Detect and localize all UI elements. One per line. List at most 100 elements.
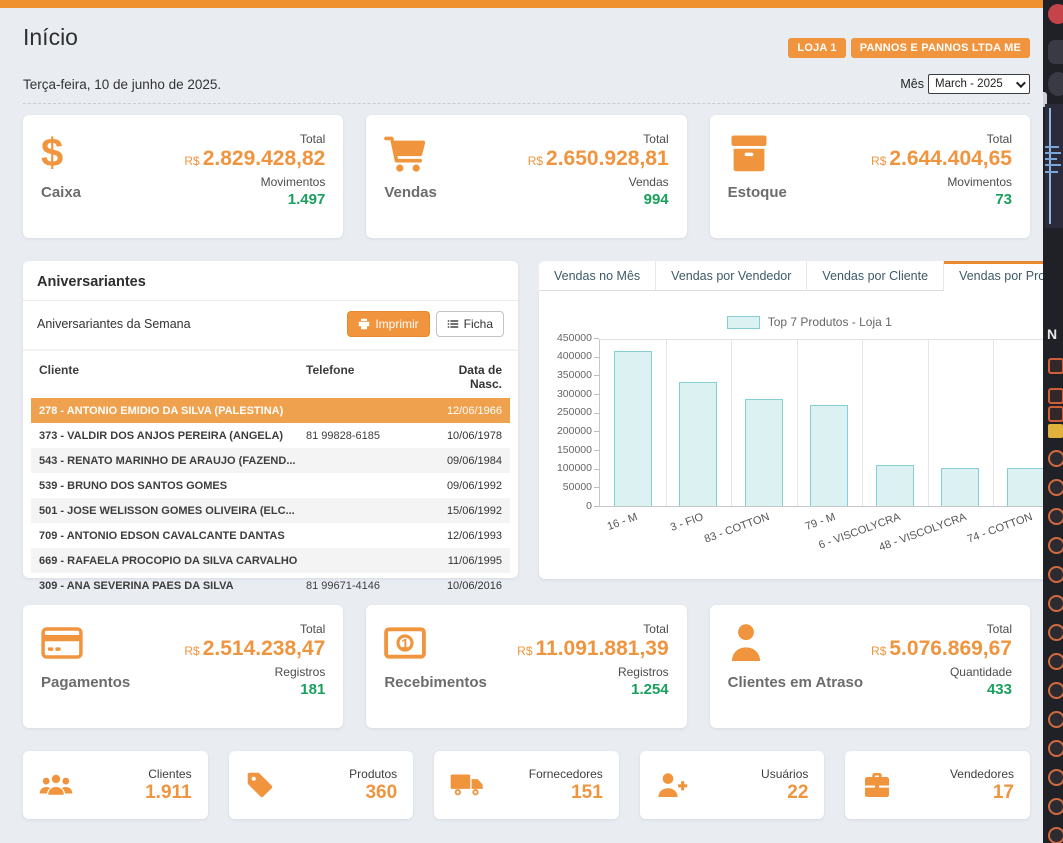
- clientes-atraso-card[interactable]: Clientes em Atraso Total R$5.076.869,67 …: [710, 605, 1030, 728]
- recebimentos-card[interactable]: 1 Recebimentos Total R$11.091.881,39 Reg…: [366, 605, 686, 728]
- table-row[interactable]: 543 - RENATO MARINHO DE ARAUJO (FAZEND..…: [31, 448, 510, 473]
- fornecedores-mini-card[interactable]: Fornecedores 151: [434, 751, 619, 819]
- table-row[interactable]: 373 - VALDIR DOS ANJOS PEREIRA (ANGELA)8…: [31, 423, 510, 448]
- strip-circle-icon: [1048, 740, 1063, 757]
- legend-swatch-icon: [727, 316, 760, 329]
- strip-circle-icon: [1048, 479, 1063, 496]
- chart-bar: [745, 399, 783, 506]
- person-icon: [728, 620, 863, 666]
- chevron-down-icon: [1016, 78, 1026, 88]
- vendedores-count: 17: [950, 782, 1014, 804]
- svg-text:1: 1: [401, 635, 409, 651]
- pagamentos-count: 181: [184, 681, 325, 698]
- list-icon: [447, 318, 459, 330]
- panel-subtitle: Aniversariantes da Semana: [37, 317, 191, 331]
- caixa-card[interactable]: $ Caixa Total R$2.829.428,82 Movimentos …: [23, 115, 343, 238]
- x-axis-labels: 16 - M3 - FIO83 - COTTON79 - M6 - VISCOL…: [599, 507, 1060, 547]
- store-badges: LOJA 1 PANNOS E PANNOS LTDA ME: [788, 38, 1030, 58]
- strip-circle-icon: [1048, 653, 1063, 670]
- strip-circle-icon: [1048, 508, 1063, 525]
- strip-minimap: [1045, 104, 1063, 228]
- strip-circle-icon: [1048, 624, 1063, 641]
- strip-red-icon: [1048, 4, 1063, 24]
- strip-square-icon: [1048, 358, 1063, 374]
- estoque-card[interactable]: Estoque Total R$2.644.404,65 Movimentos …: [710, 115, 1030, 238]
- month-select[interactable]: March - 2025: [928, 74, 1030, 94]
- pagamentos-card[interactable]: Pagamentos Total R$2.514.238,47 Registro…: [23, 605, 343, 728]
- table-row[interactable]: 709 - ANTONIO EDSON CAVALCANTE DANTAS12/…: [31, 523, 510, 548]
- vendas-total: R$2.650.928,81: [528, 147, 669, 171]
- current-date: Terça-feira, 10 de junho de 2025.: [23, 77, 221, 92]
- user-plus-icon: [656, 771, 688, 799]
- chart-legend[interactable]: Top 7 Produtos - Loja 1: [547, 315, 1063, 329]
- strip-circle-icon: [1048, 711, 1063, 728]
- y-axis: 0500001000001500002000002500003000003500…: [547, 339, 599, 507]
- credit-card-icon: [41, 620, 130, 666]
- chart-bar: [679, 382, 717, 506]
- vendas-card[interactable]: Vendas Total R$2.650.928,81 Vendas 994: [366, 115, 686, 238]
- tab-vendas-por-cliente[interactable]: Vendas por Cliente: [807, 261, 944, 291]
- chart-bar: [941, 468, 979, 506]
- company-badge[interactable]: PANNOS E PANNOS LTDA ME: [851, 38, 1030, 58]
- produtos-mini-card[interactable]: Produtos 360: [229, 751, 414, 819]
- clientes-mini-card[interactable]: Clientes 1.911: [23, 751, 208, 819]
- table-row[interactable]: 309 - ANA SEVERINA PAES DA SILVA81 99671…: [31, 573, 510, 598]
- imprimir-button[interactable]: Imprimir: [347, 311, 429, 337]
- chart-bar: [614, 351, 652, 506]
- produtos-count: 360: [349, 782, 397, 804]
- background-window-strip: N: [1043, 0, 1063, 843]
- caixa-total: R$2.829.428,82: [184, 147, 325, 171]
- money-bill-icon: 1: [384, 620, 487, 666]
- chart-area: Top 7 Produtos - Loja 1 0500001000001500…: [539, 291, 1063, 579]
- usuarios-count: 22: [761, 782, 808, 804]
- vendas-count: 994: [528, 191, 669, 208]
- dollar-icon: $: [41, 130, 81, 176]
- table-row[interactable]: 278 - ANTONIO EMIDIO DA SILVA (PALESTINA…: [31, 398, 510, 423]
- stat-cards-row-1: $ Caixa Total R$2.829.428,82 Movimentos …: [23, 115, 1030, 238]
- tab-vendas-por-vendedor[interactable]: Vendas por Vendedor: [656, 261, 807, 291]
- table-row[interactable]: 539 - BRUNO DOS SANTOS GOMES09/06/1992: [31, 473, 510, 498]
- table-header: Cliente Telefone Data de Nasc.: [31, 359, 510, 398]
- tag-icon: [245, 770, 275, 800]
- clientes-atraso-count: 433: [871, 681, 1012, 698]
- strip-letter: N: [1047, 326, 1057, 342]
- strip-yellow-icon: [1048, 424, 1063, 438]
- recebimentos-total: R$11.091.881,39: [517, 637, 668, 661]
- briefcase-icon: [861, 771, 893, 799]
- store-badge[interactable]: LOJA 1: [788, 38, 845, 58]
- strip-square-icon: [1048, 406, 1063, 422]
- sales-tabs: Vendas no MêsVendas por VendedorVendas p…: [539, 261, 1063, 291]
- usuarios-mini-card[interactable]: Usuários 22: [640, 751, 825, 819]
- chart-bar: [876, 465, 914, 506]
- strip-circle-icon: [1048, 595, 1063, 612]
- month-select-label: Mês: [900, 77, 924, 91]
- strip-blob-icon: [1048, 40, 1063, 64]
- strip-circle-icon: [1048, 450, 1063, 467]
- top-accent-bar: [0, 0, 1046, 8]
- stat-cards-row-2: Pagamentos Total R$2.514.238,47 Registro…: [23, 605, 1030, 728]
- table-row[interactable]: 669 - RAFAELA PROCOPIO DA SILVA CARVALHO…: [31, 548, 510, 573]
- strip-circle-icon: [1048, 827, 1063, 843]
- strip-blob-icon: [1048, 72, 1063, 96]
- strip-circle-icon: [1048, 566, 1063, 583]
- birthday-table: Cliente Telefone Data de Nasc. 278 - ANT…: [31, 359, 510, 598]
- table-row[interactable]: 501 - JOSE WELISSON GOMES OLIVEIRA (ELC.…: [31, 498, 510, 523]
- vendedores-mini-card[interactable]: Vendedores 17: [845, 751, 1030, 819]
- printer-icon: [358, 318, 370, 330]
- caixa-count: 1.497: [184, 191, 325, 208]
- fornecedores-count: 151: [529, 782, 603, 804]
- tab-vendas-no-mês[interactable]: Vendas no Mês: [539, 261, 656, 291]
- clientes-count: 1.911: [145, 782, 192, 804]
- users-group-icon: [39, 772, 73, 798]
- strip-square-icon: [1048, 388, 1063, 404]
- strip-circle-icon: [1048, 769, 1063, 786]
- estoque-total: R$2.644.404,65: [871, 147, 1012, 171]
- estoque-count: 73: [871, 191, 1012, 208]
- truck-icon: [450, 772, 484, 798]
- mini-cards-row: Clientes 1.911 Produtos 360 Fornecedores…: [23, 751, 1030, 819]
- sales-chart-panel: Vendas no MêsVendas por VendedorVendas p…: [539, 261, 1063, 579]
- ficha-button[interactable]: Ficha: [436, 311, 504, 337]
- strip-circle-icon: [1048, 798, 1063, 815]
- pagamentos-total: R$2.514.238,47: [184, 637, 325, 661]
- chart-bar: [1007, 468, 1045, 506]
